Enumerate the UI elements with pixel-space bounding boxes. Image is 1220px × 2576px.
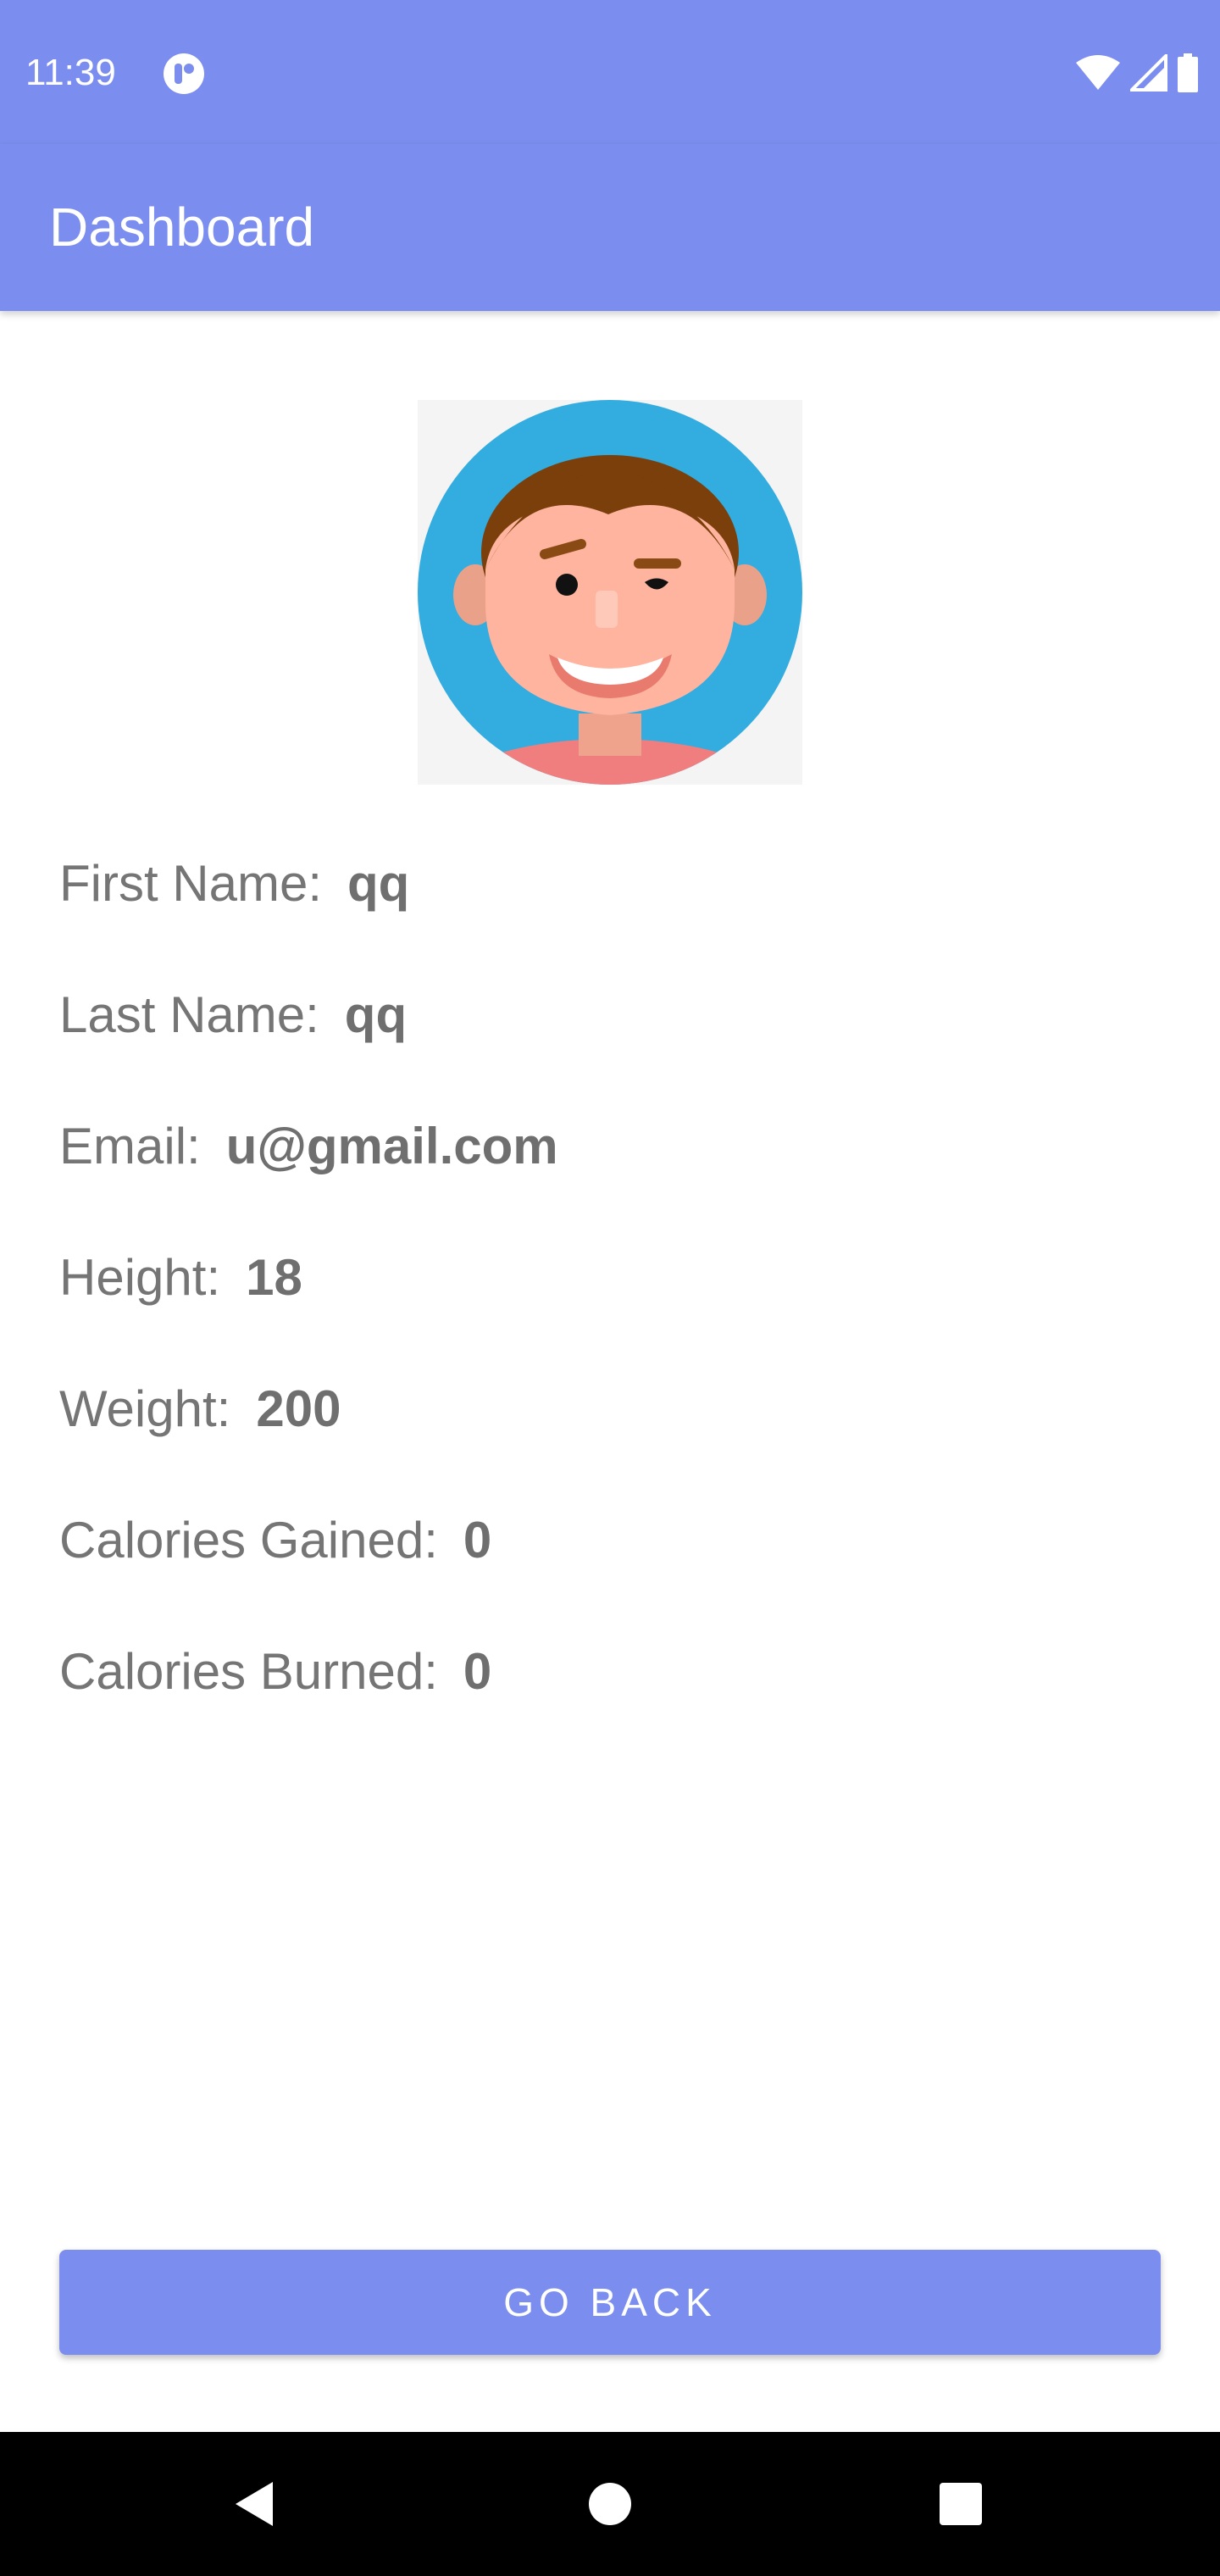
back-icon[interactable]: [220, 2470, 288, 2538]
last-name-label: Last Name:: [59, 986, 319, 1043]
status-bar: 11:39: [0, 0, 1220, 144]
calories-gained-value: 0: [463, 1512, 492, 1568]
height-label: Height:: [59, 1249, 221, 1306]
go-back-label: GO BACK: [503, 2280, 717, 2324]
height-row: Height: 18: [59, 1248, 302, 1307]
height-value: 18: [246, 1249, 302, 1306]
battery-icon: [1178, 53, 1198, 92]
first-name-value: qq: [347, 855, 410, 912]
calories-gained-label: Calories Gained:: [59, 1512, 438, 1568]
status-time: 11:39: [25, 52, 116, 93]
weight-label: Weight:: [59, 1380, 231, 1437]
weight-value: 200: [256, 1380, 341, 1437]
email-value: u@gmail.com: [225, 1118, 558, 1174]
go-back-button[interactable]: GO BACK: [59, 2250, 1161, 2355]
email-label: Email:: [59, 1118, 201, 1174]
email-row: Email: u@gmail.com: [59, 1117, 558, 1176]
wifi-icon: [1076, 55, 1120, 90]
status-icons: [1074, 51, 1200, 95]
calories-burned-row: Calories Burned: 0: [59, 1642, 491, 1702]
screen: 11:39 Dashboard First Name: qq Last Name…: [0, 0, 1220, 2576]
avatar-icon: [418, 400, 802, 785]
first-name-label: First Name:: [59, 855, 323, 912]
recents-icon[interactable]: [927, 2470, 995, 2538]
last-name-value: qq: [344, 986, 408, 1043]
navigation-bar: [0, 2432, 1220, 2576]
profile-app-icon: [164, 53, 204, 94]
cell-signal-icon: [1130, 54, 1167, 92]
page-title: Dashboard: [49, 197, 315, 258]
home-icon[interactable]: [576, 2470, 644, 2538]
calories-burned-value: 0: [463, 1643, 492, 1700]
avatar: [418, 400, 802, 785]
last-name-row: Last Name: qq: [59, 985, 407, 1045]
weight-row: Weight: 200: [59, 1380, 341, 1439]
calories-gained-row: Calories Gained: 0: [59, 1511, 491, 1570]
app-bar: Dashboard: [0, 144, 1220, 311]
first-name-row: First Name: qq: [59, 854, 409, 913]
calories-burned-label: Calories Burned:: [59, 1643, 438, 1700]
